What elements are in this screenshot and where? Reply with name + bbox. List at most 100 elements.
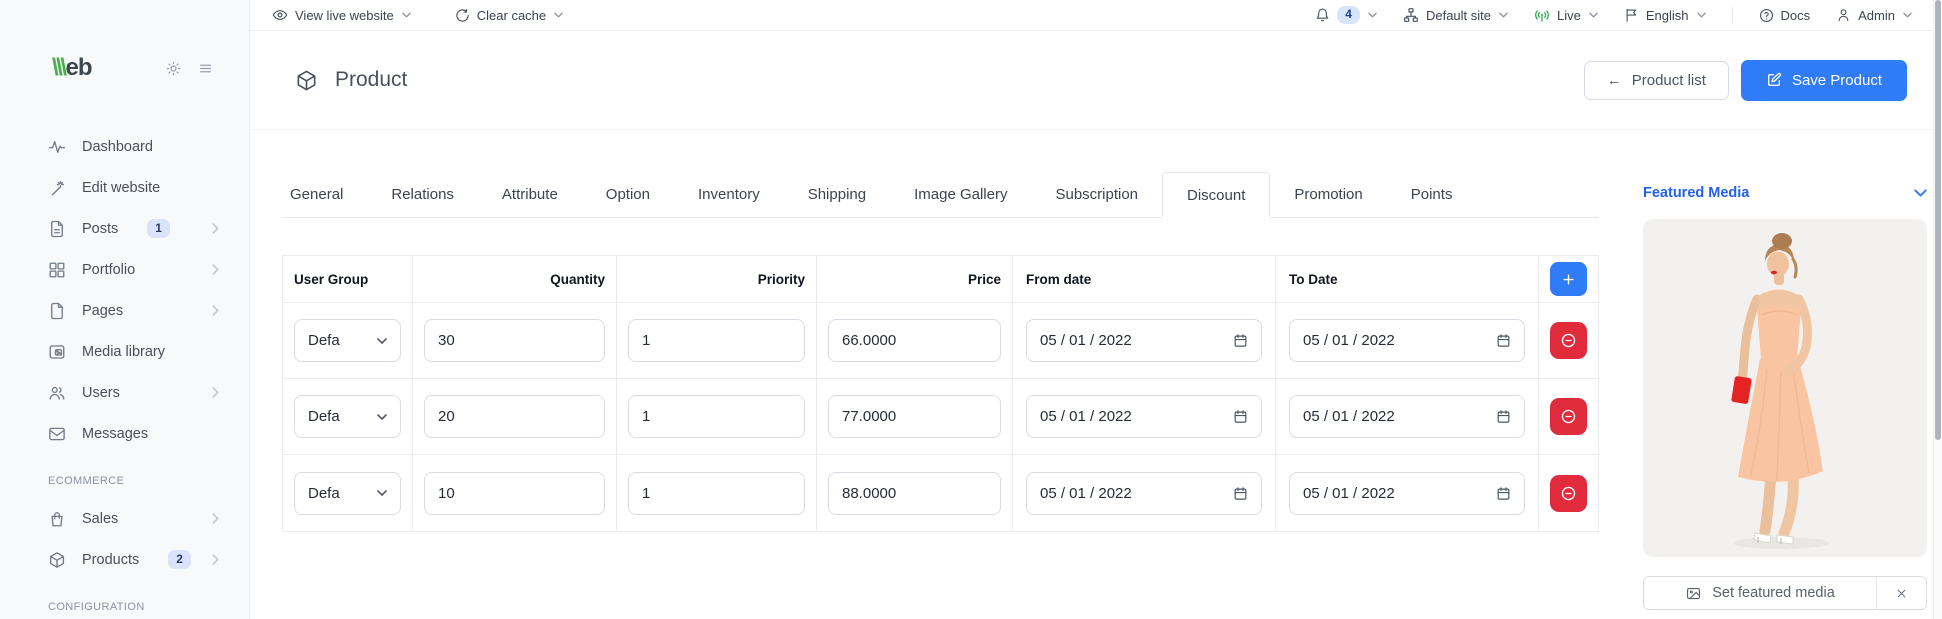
remove-discount-row-button[interactable]	[1550, 322, 1587, 359]
sidebar-item-products[interactable]: Products 2	[0, 539, 249, 580]
from-date-input[interactable]: 05 / 01 / 2022	[1026, 472, 1262, 515]
product-tabs: General Relations Attribute Option Inven…	[282, 172, 1599, 218]
table-row-1-cell	[1539, 303, 1598, 379]
discount-table: User Group Quantity Priority Price From …	[282, 255, 1599, 532]
docs-link[interactable]: Docs	[1759, 8, 1811, 23]
chevron-down-icon	[1589, 12, 1598, 18]
user-group-value: Defa	[308, 332, 340, 349]
column-header-to-date: To Date	[1276, 256, 1539, 303]
remove-discount-row-button[interactable]	[1550, 475, 1587, 512]
sidebar-item-label: Sales	[82, 511, 118, 527]
sidebar-item-sales[interactable]: Sales	[0, 498, 249, 539]
user-icon	[1836, 7, 1851, 23]
sidebar-item-posts[interactable]: Posts 1	[0, 208, 249, 249]
priority-input[interactable]: 1	[628, 472, 805, 515]
file-text-icon	[48, 220, 66, 238]
table-row-3-cell	[1539, 455, 1598, 531]
featured-media-title: Featured Media	[1643, 185, 1749, 201]
tab-shipping[interactable]: Shipping	[784, 172, 890, 217]
mail-icon	[48, 425, 66, 443]
sidebar-item-label: Pages	[82, 303, 123, 319]
column-header-from-date: From date	[1013, 256, 1276, 303]
quantity-input[interactable]: 10	[424, 472, 605, 515]
priority-input[interactable]: 1	[628, 319, 805, 362]
chevron-down-icon	[1368, 12, 1377, 18]
chevron-down-icon[interactable]	[1914, 189, 1927, 197]
scrollbar-thumb[interactable]	[1935, 0, 1941, 440]
clear-cache-menu[interactable]: Clear cache	[455, 8, 563, 23]
tab-inventory[interactable]: Inventory	[674, 172, 784, 217]
remove-discount-row-button[interactable]	[1550, 398, 1587, 435]
package-icon	[48, 551, 66, 569]
user-group-select[interactable]: Defa	[294, 319, 401, 362]
sidebar-item-media-library[interactable]: Media library	[0, 331, 249, 372]
tab-subscription[interactable]: Subscription	[1031, 172, 1162, 217]
tab-promotion[interactable]: Promotion	[1270, 172, 1386, 217]
arrow-left-icon: ←	[1607, 72, 1622, 89]
calendar-icon	[1496, 409, 1511, 424]
to-date-input[interactable]: 05 / 01 / 2022	[1289, 472, 1525, 515]
sidebar-item-label: Edit website	[82, 180, 160, 196]
theme-sun-icon[interactable]	[166, 61, 181, 76]
menu-collapse-icon[interactable]	[198, 62, 213, 75]
grid-icon	[48, 261, 66, 279]
vertical-scrollbar[interactable]	[1933, 0, 1942, 619]
notifications-menu[interactable]: 4	[1315, 6, 1377, 24]
sidebar-item-edit-website[interactable]: Edit website	[0, 167, 249, 208]
sidebar-item-label: Products	[82, 552, 139, 568]
remove-featured-media-button[interactable]	[1876, 577, 1926, 609]
tab-attribute[interactable]: Attribute	[478, 172, 582, 217]
user-group-select[interactable]: Defa	[294, 395, 401, 438]
brand-logo[interactable]: \\\eb	[52, 54, 92, 82]
tab-option[interactable]: Option	[582, 172, 674, 217]
add-discount-row-button[interactable]	[1550, 262, 1587, 296]
price-input[interactable]: 77.0000	[828, 395, 1001, 438]
sidebar-item-label: Dashboard	[82, 139, 153, 155]
quantity-input[interactable]: 30	[424, 319, 605, 362]
live-status-menu[interactable]: Live	[1534, 7, 1598, 23]
table-row-1-cell: 05 / 01 / 2022	[1013, 303, 1276, 379]
set-featured-media-button[interactable]: Set featured media	[1644, 577, 1876, 609]
table-row-2-cell	[1539, 379, 1598, 455]
chevron-right-icon	[212, 223, 219, 234]
priority-input[interactable]: 1	[628, 395, 805, 438]
chevron-down-icon	[1903, 12, 1912, 18]
sidebar-item-dashboard[interactable]: Dashboard	[0, 126, 249, 167]
sidebar-item-messages[interactable]: Messages	[0, 413, 249, 454]
sidebar-item-portfolio[interactable]: Portfolio	[0, 249, 249, 290]
to-date-value: 05 / 01 / 2022	[1303, 408, 1395, 425]
product-list-button[interactable]: ← Product list	[1584, 61, 1729, 100]
chevron-right-icon	[212, 387, 219, 398]
tab-image-gallery[interactable]: Image Gallery	[890, 172, 1031, 217]
site-selector-menu[interactable]: Default site	[1403, 7, 1508, 23]
from-date-input[interactable]: 05 / 01 / 2022	[1026, 319, 1262, 362]
view-live-website-menu[interactable]: View live website	[272, 7, 411, 23]
tab-relations[interactable]: Relations	[367, 172, 478, 217]
language-menu[interactable]: English	[1624, 7, 1706, 23]
default-site-label: Default site	[1426, 8, 1491, 23]
sidebar-item-pages[interactable]: Pages	[0, 290, 249, 331]
to-date-input[interactable]: 05 / 01 / 2022	[1289, 395, 1525, 438]
from-date-input[interactable]: 05 / 01 / 2022	[1026, 395, 1262, 438]
sidebar-item-users[interactable]: Users	[0, 372, 249, 413]
quantity-input[interactable]: 20	[424, 395, 605, 438]
sidebar-section-configuration: CONFIGURATION	[0, 601, 249, 613]
tab-discount[interactable]: Discount	[1162, 172, 1270, 218]
admin-label: Admin	[1858, 8, 1895, 23]
edit-save-icon	[1766, 72, 1782, 88]
tab-points[interactable]: Points	[1387, 172, 1477, 217]
admin-menu[interactable]: Admin	[1836, 7, 1912, 23]
featured-media-image[interactable]	[1643, 219, 1927, 557]
save-product-button[interactable]: Save Product	[1741, 60, 1907, 101]
from-date-value: 05 / 01 / 2022	[1040, 332, 1132, 349]
sidebar-item-label: Media library	[82, 344, 165, 360]
table-row-2-cell: 77.0000	[817, 379, 1013, 455]
price-input[interactable]: 88.0000	[828, 472, 1001, 515]
user-group-select[interactable]: Defa	[294, 472, 401, 515]
sidebar-item-label: Users	[82, 385, 120, 401]
table-row-3-cell: Defa	[283, 455, 413, 531]
content-area: General Relations Attribute Option Inven…	[250, 130, 1942, 619]
tab-general[interactable]: General	[282, 172, 367, 217]
to-date-input[interactable]: 05 / 01 / 2022	[1289, 319, 1525, 362]
price-input[interactable]: 66.0000	[828, 319, 1001, 362]
